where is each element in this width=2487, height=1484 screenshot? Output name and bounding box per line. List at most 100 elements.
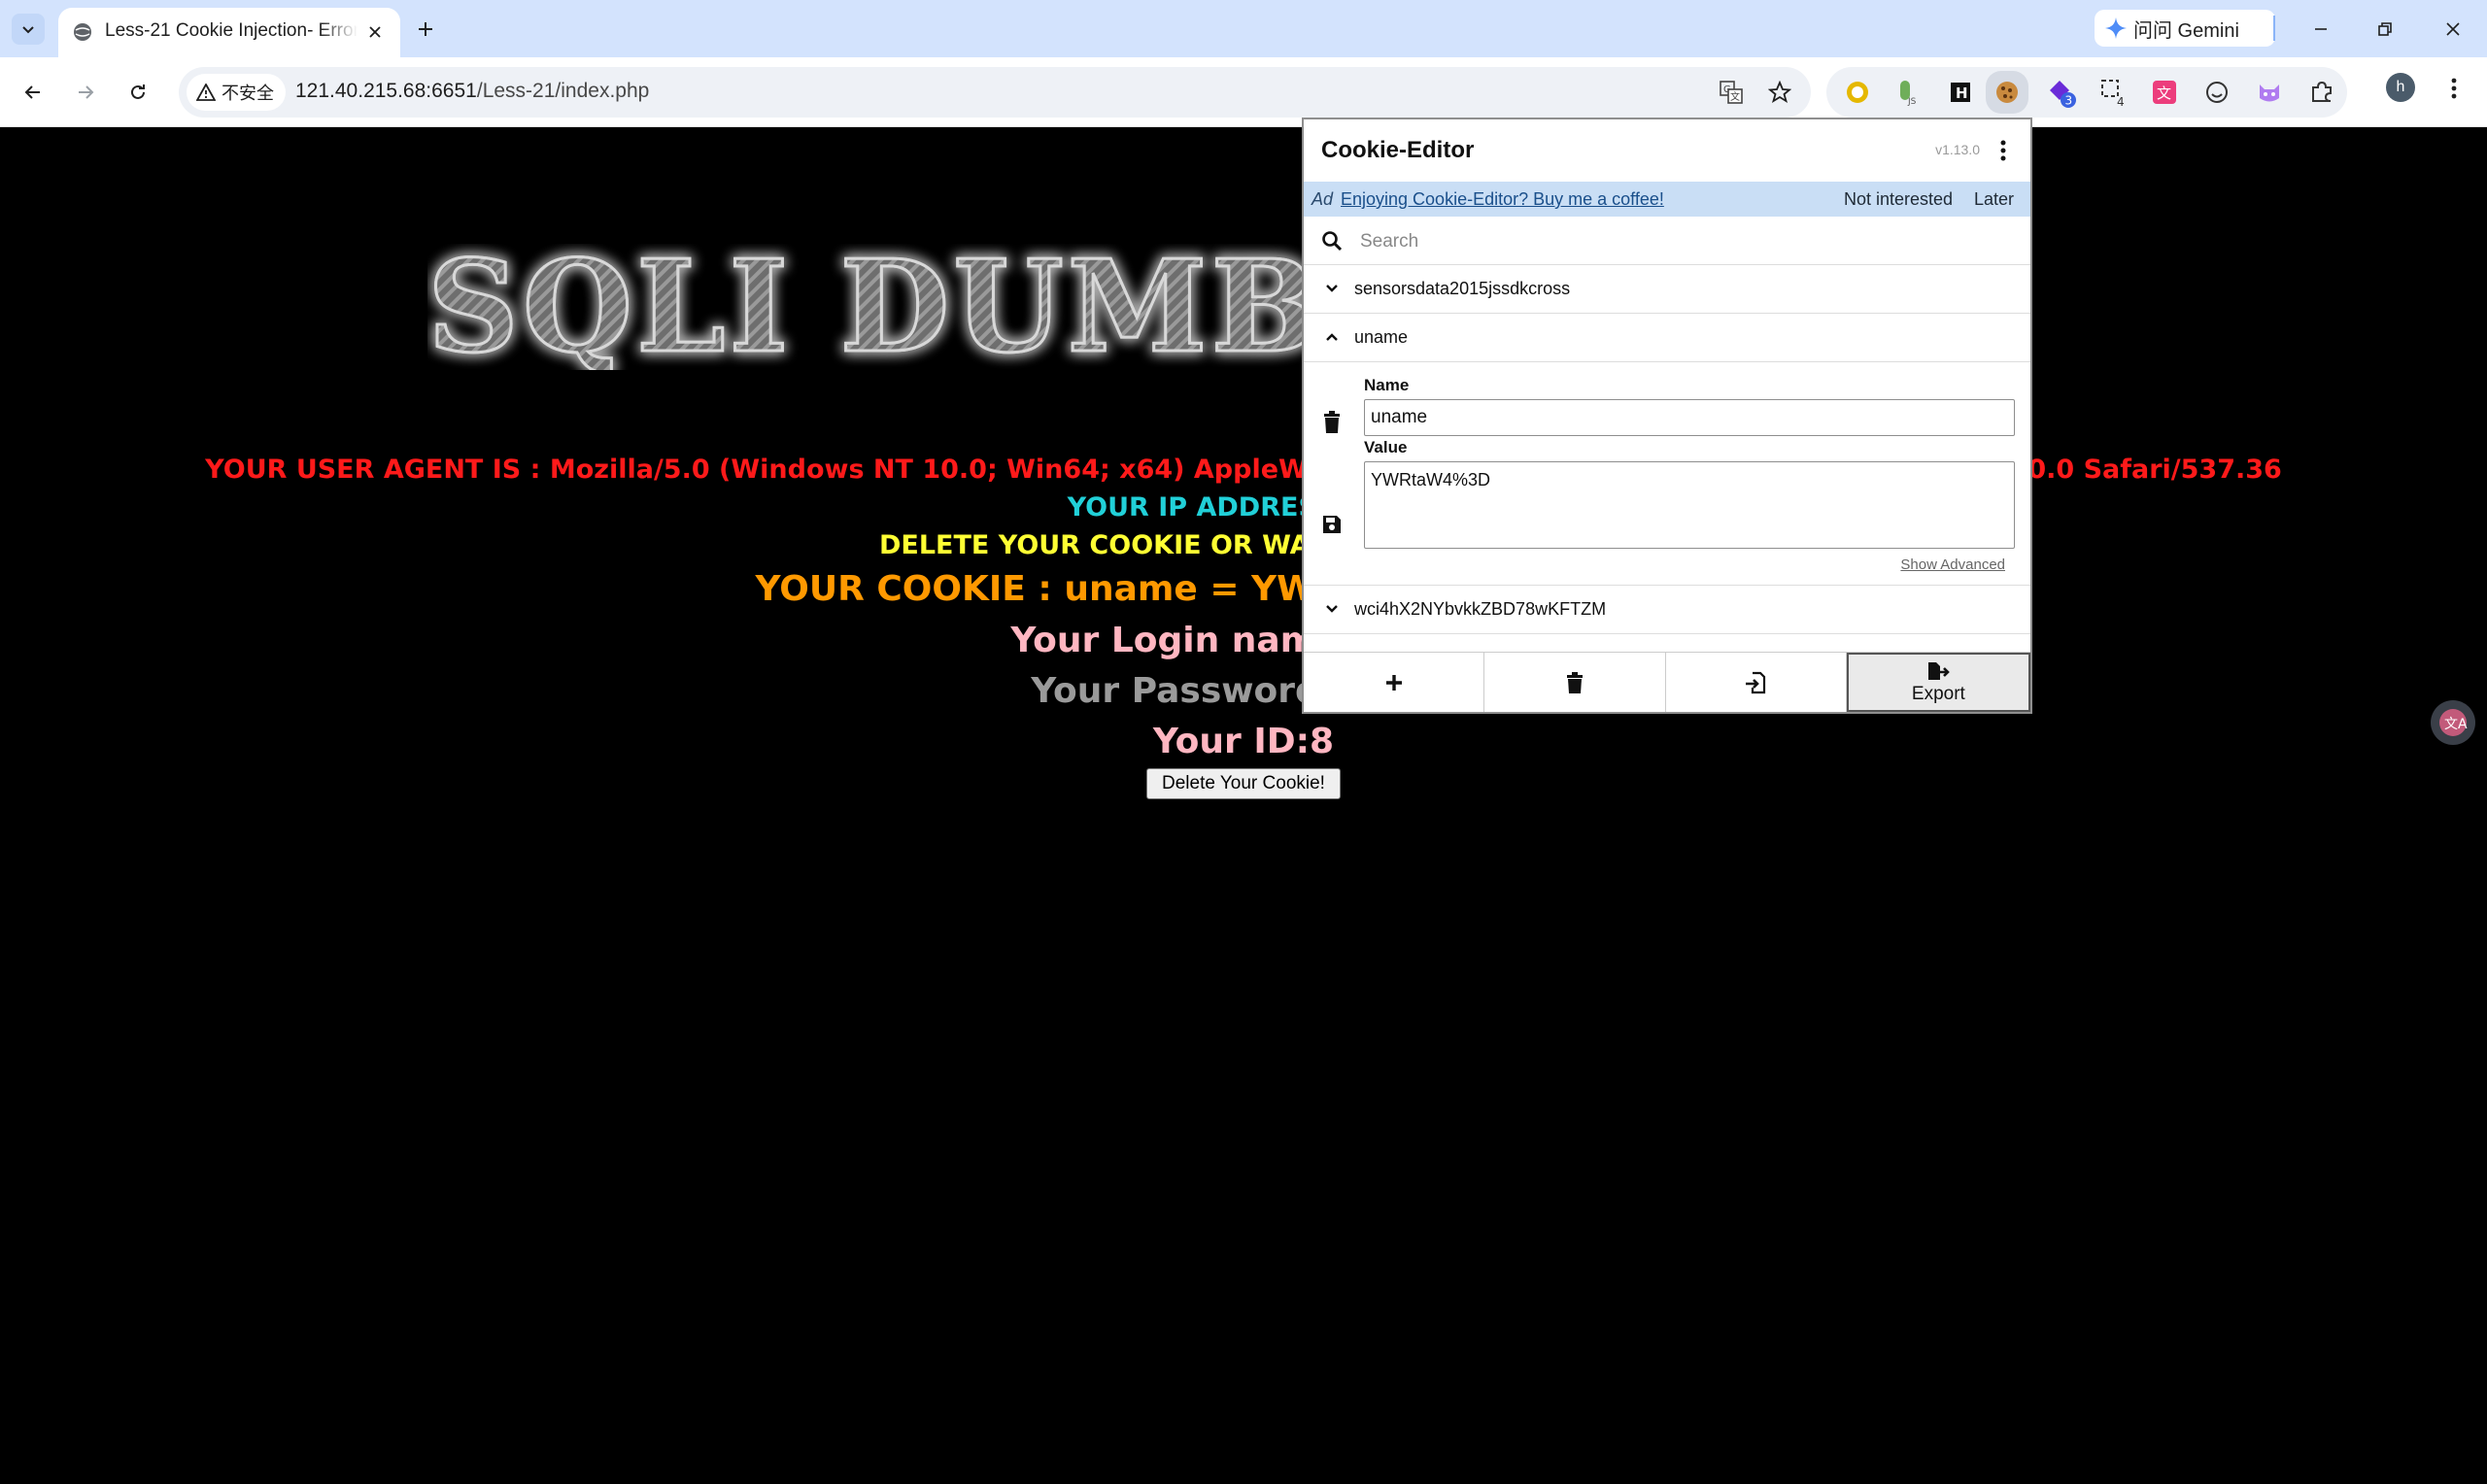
back-button[interactable]	[16, 75, 51, 110]
save-icon[interactable]	[1321, 514, 1343, 535]
url-text[interactable]: 121.40.215.68:6651/Less-21/index.php	[295, 80, 649, 103]
close-icon[interactable]	[363, 20, 387, 44]
security-text: 不安全	[221, 84, 274, 103]
popup-menu-icon[interactable]	[1995, 137, 2011, 164]
ip-address-line: YOUR IP ADDRESS IS : 1	[1067, 492, 1420, 523]
close-window-icon	[2446, 22, 2460, 36]
plus-icon	[419, 22, 432, 36]
gemini-button[interactable]: 问问 Gemini	[2095, 10, 2275, 47]
chevron-down-icon	[1323, 600, 1341, 618]
import-icon	[1746, 671, 1766, 693]
search-row	[1304, 217, 2030, 265]
cookie-name: sensorsdata2015jssdkcross	[1354, 279, 1571, 298]
chevron-down-icon	[1323, 280, 1341, 297]
cookie-icon[interactable]	[1986, 71, 2028, 114]
name-label: Name	[1364, 376, 1410, 394]
chevron-down-icon	[22, 26, 34, 34]
cookie-row[interactable]: sensorsdata2015jssdkcross	[1304, 265, 2030, 314]
popup-header: Cookie-Editor v1.13.0	[1304, 119, 2030, 182]
cookie-edit-form: Name Value YWRtaW4%3D Show Advanced	[1304, 362, 2030, 586]
svg-text:文: 文	[2157, 84, 2171, 102]
badge-4-icon[interactable]: 4	[2098, 77, 2129, 108]
delete-all-button[interactable]	[1484, 653, 1666, 712]
delete-cookie-button[interactable]: Delete Your Cookie!	[1146, 768, 1341, 799]
arrow-right-icon	[79, 85, 94, 99]
cookie-name: wci4hX2NYbvkkZBD78wKFTZM	[1354, 599, 1607, 619]
cookie-row[interactable]: uname	[1304, 314, 2030, 362]
extensions-area: JS H 3 4 文	[1826, 67, 2347, 118]
ad-bar: Ad Enjoying Cookie-Editor? Buy me a coff…	[1304, 182, 2030, 217]
puzzle-icon[interactable]	[2306, 77, 2337, 108]
reload-button[interactable]	[120, 75, 155, 110]
tab-title: Less-21 Cookie Injection- Error	[105, 20, 358, 41]
show-advanced-link[interactable]: Show Advanced	[1900, 556, 2005, 573]
js-icon[interactable]: JS	[1892, 77, 1924, 108]
badge-3-icon[interactable]: 3	[2046, 77, 2077, 108]
floating-translate-button[interactable]: 文A	[2431, 700, 2475, 745]
plus-icon	[1385, 674, 1402, 691]
popup-version: v1.13.0	[1935, 142, 1980, 157]
svg-text:文: 文	[1730, 90, 1740, 103]
h-icon[interactable]: H	[1945, 77, 1976, 108]
url-host: 121.40.215.68:6651	[295, 80, 477, 102]
cookie-value-field[interactable]: YWRtaW4%3D	[1364, 461, 2015, 549]
profile-avatar[interactable]: h	[2386, 73, 2415, 102]
trash-icon	[1566, 671, 1583, 693]
user-id-line: Your ID:8	[1152, 722, 1335, 761]
tab-search-button[interactable]	[12, 14, 45, 45]
ad-coffee-link[interactable]: Enjoying Cookie-Editor? Buy me a coffee!	[1341, 189, 1664, 210]
chevron-up-icon	[1323, 328, 1341, 346]
gemini-star-icon	[2105, 17, 2127, 39]
warning-icon	[196, 84, 216, 101]
globe-icon	[74, 23, 91, 41]
ad-not-interested[interactable]: Not interested	[1844, 189, 1953, 210]
address-bar[interactable]: 不安全 121.40.215.68:6651/Less-21/index.php…	[179, 67, 1811, 118]
cookie-editor-popup: Cookie-Editor v1.13.0 Ad Enjoying Cookie…	[1302, 118, 2032, 714]
cookie-row[interactable]: wci4hX2NYbvkkZBD78wKFTZM	[1304, 586, 2030, 634]
value-label: Value	[1364, 438, 1408, 456]
tabbar-separator	[2273, 16, 2275, 41]
translate-page-icon[interactable]: G文	[1718, 79, 1745, 106]
minimize-icon	[2315, 28, 2327, 30]
page-content: SQLI DUMB SERIES SQLI DUMB SERIES YOUR U…	[0, 127, 2487, 1484]
badge-4-count: 4	[2117, 95, 2125, 108]
password-line: Your Password:admin	[1031, 671, 1456, 711]
cookie-name-field[interactable]	[1364, 399, 2015, 436]
svg-text:H: H	[1956, 84, 1968, 102]
import-button[interactable]	[1665, 653, 1847, 712]
smile-icon[interactable]	[2201, 77, 2232, 108]
security-chip[interactable]: 不安全	[187, 74, 286, 111]
search-icon	[1322, 231, 1343, 252]
cookie-name: uname	[1354, 327, 1409, 347]
translate-pink-icon[interactable]: 文	[2149, 77, 2180, 108]
browser-menu-icon[interactable]	[2440, 75, 2468, 102]
active-tab[interactable]: Less-21 Cookie Injection- Error	[58, 8, 400, 57]
export-button[interactable]: Export	[1846, 653, 2030, 712]
reload-icon	[131, 84, 145, 99]
close-window-button[interactable]	[2436, 14, 2470, 45]
user-agent-line: YOUR USER AGENT IS : Mozilla/5.0 (Window…	[205, 455, 2282, 485]
coin-icon[interactable]	[1842, 77, 1873, 108]
export-label: Export	[1911, 683, 1965, 704]
ad-later[interactable]: Later	[1974, 189, 2014, 210]
minimize-button[interactable]	[2304, 14, 2337, 45]
tab-strip: Less-21 Cookie Injection- Error 问问 Gemin…	[0, 0, 2487, 57]
url-path: /Less-21/index.php	[476, 80, 650, 102]
restore-icon	[2378, 22, 2392, 36]
translate-icon: 文A	[2439, 709, 2468, 736]
search-input[interactable]	[1360, 226, 2001, 257]
cat-icon[interactable]	[2254, 77, 2285, 108]
delete-cookie-note: DELETE YOUR COOKIE OR WAIT FOR IT TO EXP…	[879, 530, 1608, 560]
add-cookie-button[interactable]	[1304, 653, 1485, 712]
bookmark-star-icon[interactable]	[1766, 79, 1793, 106]
badge-3-count: 3	[2065, 94, 2073, 108]
forward-button[interactable]	[68, 75, 103, 110]
trash-icon[interactable]	[1321, 411, 1343, 434]
export-icon	[1928, 661, 1951, 680]
popup-footer: Export	[1304, 652, 2030, 712]
new-tab-button[interactable]	[410, 14, 441, 45]
svg-text:JS: JS	[1907, 97, 1917, 106]
browser-toolbar: 不安全 121.40.215.68:6651/Less-21/index.php…	[0, 57, 2487, 127]
ad-tag: Ad	[1312, 189, 1334, 209]
restore-button[interactable]	[2368, 14, 2402, 45]
